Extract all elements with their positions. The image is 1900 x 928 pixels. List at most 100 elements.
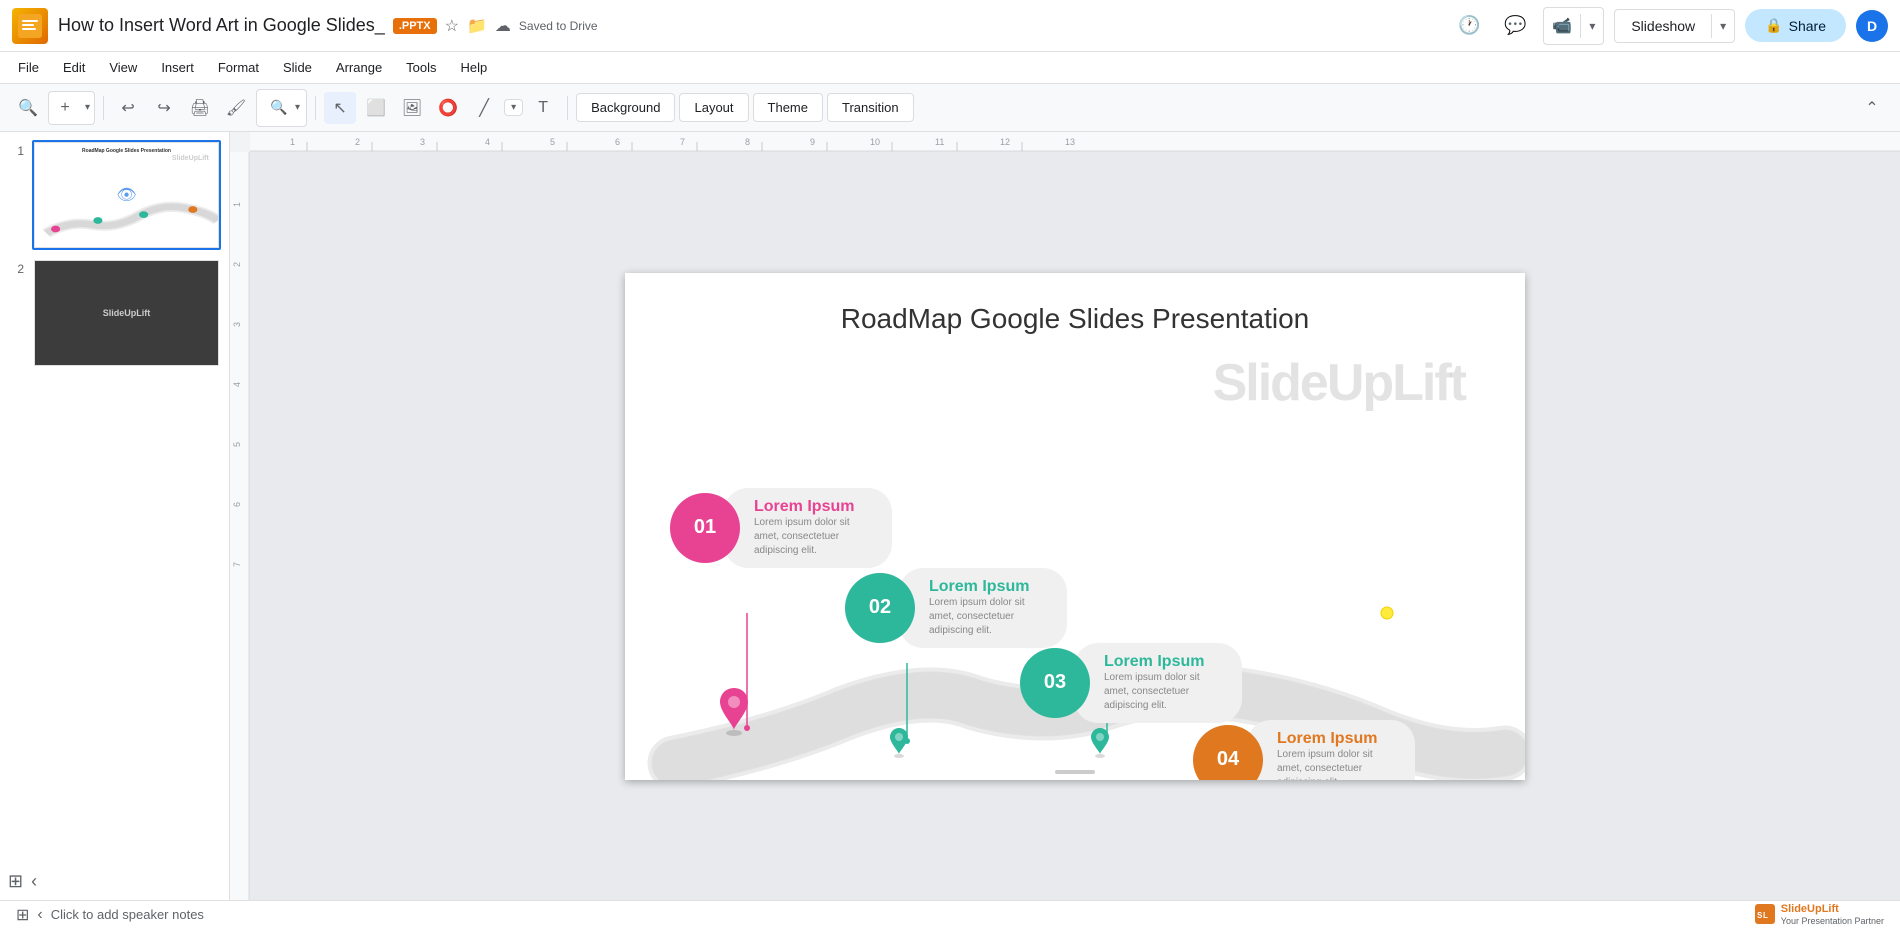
- milestone-03-num: 03: [1044, 671, 1066, 694]
- background-button[interactable]: Background: [576, 93, 675, 122]
- menu-slide[interactable]: Slide: [273, 56, 322, 79]
- slide-item-2[interactable]: 2 SlideUpLift: [8, 258, 221, 368]
- separator-3: [567, 96, 568, 120]
- slideshow-dropdown-button[interactable]: ▾: [1712, 11, 1734, 41]
- milestone-03: 03 Lorem Ipsum Lorem ipsum dolor sit ame…: [1020, 643, 1242, 723]
- image-tool[interactable]: 🖼: [396, 92, 428, 124]
- menu-edit[interactable]: Edit: [53, 56, 95, 79]
- folder-icon[interactable]: 📁: [467, 16, 487, 36]
- scroll-indicator: [1055, 770, 1095, 774]
- zoom-dropdown[interactable]: ▾: [295, 102, 300, 113]
- textbox-tool[interactable]: T: [527, 92, 559, 124]
- star-icon[interactable]: ☆: [445, 16, 459, 36]
- milestone-01-text: Lorem ipsum dolor sit amet, consectetuer…: [754, 516, 874, 558]
- theme-button[interactable]: Theme: [753, 93, 823, 122]
- menu-arrange[interactable]: Arrange: [326, 56, 392, 79]
- transition-button[interactable]: Transition: [827, 93, 914, 122]
- notes-bar: ⊞ ‹ Click to add speaker notes S L Slide…: [0, 900, 1900, 928]
- milestone-01-num: 01: [694, 516, 716, 539]
- saved-to-drive-text: Saved to Drive: [519, 19, 598, 33]
- slideshow-button[interactable]: Slideshow: [1615, 10, 1711, 42]
- canvas-area[interactable]: RoadMap Google Slides Presentation Slide…: [250, 152, 1900, 900]
- collapse-toolbar-button[interactable]: ⌃: [1856, 92, 1888, 124]
- svg-text:1: 1: [232, 202, 242, 207]
- milestone-04-num: 04: [1217, 748, 1239, 771]
- comments-button[interactable]: 💬: [1497, 8, 1533, 44]
- brand-logo-icon: S L: [1755, 904, 1775, 924]
- svg-text:12: 12: [1000, 137, 1010, 147]
- app-icon: [12, 8, 48, 44]
- shape-tool[interactable]: ⭕: [432, 92, 464, 124]
- slide-canvas[interactable]: RoadMap Google Slides Presentation Slide…: [625, 273, 1525, 780]
- topbar: How to Insert Word Art in Google Slides_…: [0, 0, 1900, 52]
- line-dropdown[interactable]: ▾: [511, 102, 516, 113]
- undo-button[interactable]: ↩: [112, 92, 144, 124]
- svg-text:4: 4: [485, 137, 490, 147]
- camera-button[interactable]: 📹: [1544, 8, 1580, 44]
- zoom-button[interactable]: 🔍: [263, 92, 295, 124]
- svg-text:5: 5: [550, 137, 555, 147]
- svg-text:9: 9: [810, 137, 815, 147]
- branding: S L SlideUpLift Your Presentation Partne…: [1755, 903, 1884, 927]
- add-dropdown[interactable]: ▾: [81, 102, 94, 113]
- redo-button[interactable]: ↪: [148, 92, 180, 124]
- select-box-tool[interactable]: ⬜: [360, 92, 392, 124]
- camera-dropdown[interactable]: ▾: [1581, 11, 1603, 41]
- grid-view-icon[interactable]: ⊞: [8, 871, 23, 892]
- milestone-03-text: Lorem ipsum dolor sit amet, consectetuer…: [1104, 671, 1224, 713]
- milestone-04-title: Lorem Ipsum: [1277, 730, 1397, 748]
- svg-text:L: L: [1763, 911, 1768, 920]
- brand-tagline: Your Presentation Partner: [1781, 916, 1884, 927]
- svg-text:6: 6: [615, 137, 620, 147]
- ruler-area: 1 2 3 4 5 6 7 8 9 10 11: [230, 132, 1900, 900]
- milestone-02-title: Lorem Ipsum: [929, 578, 1049, 596]
- user-avatar[interactable]: D: [1856, 10, 1888, 42]
- add-button[interactable]: +: [49, 92, 81, 124]
- menu-insert[interactable]: Insert: [151, 56, 204, 79]
- slide-number-2: 2: [8, 258, 24, 276]
- menu-format[interactable]: Format: [208, 56, 269, 79]
- share-button[interactable]: 🔒 Share: [1745, 9, 1846, 42]
- doc-info: How to Insert Word Art in Google Slides_…: [58, 15, 1451, 36]
- slide-thumbnail-2[interactable]: SlideUpLift: [32, 258, 221, 368]
- layout-button[interactable]: Layout: [679, 93, 748, 122]
- toolbar: 🔍 + ▾ ↩ ↪ 🖨 🖌 🔍 ▾ ↖ ⬜ 🖼 ⭕ ╱ ▾ T Backgrou…: [0, 84, 1900, 132]
- notes-left: ⊞ ‹ Click to add speaker notes: [16, 905, 1755, 925]
- search-button[interactable]: 🔍: [12, 92, 44, 124]
- line-tool[interactable]: ╱: [468, 92, 500, 124]
- slide-number-1: 1: [8, 140, 24, 158]
- slide-item-1[interactable]: 1 RoadMap Google Slides Presentation Sli…: [8, 140, 221, 250]
- milestone-02-num: 02: [869, 596, 891, 619]
- svg-text:11: 11: [935, 137, 944, 147]
- collapse-icon[interactable]: ‹: [37, 906, 42, 924]
- slide-thumb-inner-2: SlideUpLift: [34, 260, 219, 366]
- slide-thumbnail-1[interactable]: RoadMap Google Slides Presentation Slide…: [32, 140, 221, 250]
- menu-tools[interactable]: Tools: [396, 56, 446, 79]
- svg-text:1: 1: [290, 137, 295, 147]
- svg-text:13: 13: [1065, 137, 1075, 147]
- main-area: 1 RoadMap Google Slides Presentation Sli…: [0, 132, 1900, 900]
- menubar: File Edit View Insert Format Slide Arran…: [0, 52, 1900, 84]
- svg-text:7: 7: [680, 137, 685, 147]
- paintformat-button[interactable]: 🖌: [220, 92, 252, 124]
- doc-title[interactable]: How to Insert Word Art in Google Slides_: [58, 15, 385, 36]
- print-button[interactable]: 🖨: [184, 92, 216, 124]
- left-ruler-and-canvas: 1 2 3 4 5 6 7 RoadMap Google Slides Pres…: [230, 152, 1900, 900]
- history-button[interactable]: 🕐: [1451, 8, 1487, 44]
- svg-text:8: 8: [745, 137, 750, 147]
- notes-placeholder[interactable]: Click to add speaker notes: [51, 907, 204, 922]
- select-tool[interactable]: ↖: [324, 92, 356, 124]
- svg-text:3: 3: [232, 322, 242, 327]
- menu-file[interactable]: File: [8, 56, 49, 79]
- svg-text:3: 3: [420, 137, 425, 147]
- cloud-icon: ☁: [495, 16, 511, 36]
- slide-thumb-content-2: SlideUpLift: [35, 261, 218, 365]
- svg-text:10: 10: [870, 137, 880, 147]
- menu-help[interactable]: Help: [451, 56, 498, 79]
- collapse-panel-icon[interactable]: ‹: [31, 871, 37, 892]
- menu-view[interactable]: View: [99, 56, 147, 79]
- grid-icon[interactable]: ⊞: [16, 905, 29, 925]
- svg-text:2: 2: [232, 262, 242, 267]
- topbar-right: 🕐 💬 📹 ▾ Slideshow ▾ 🔒 Share D: [1451, 7, 1888, 45]
- top-ruler: 1 2 3 4 5 6 7 8 9 10 11: [250, 132, 1900, 152]
